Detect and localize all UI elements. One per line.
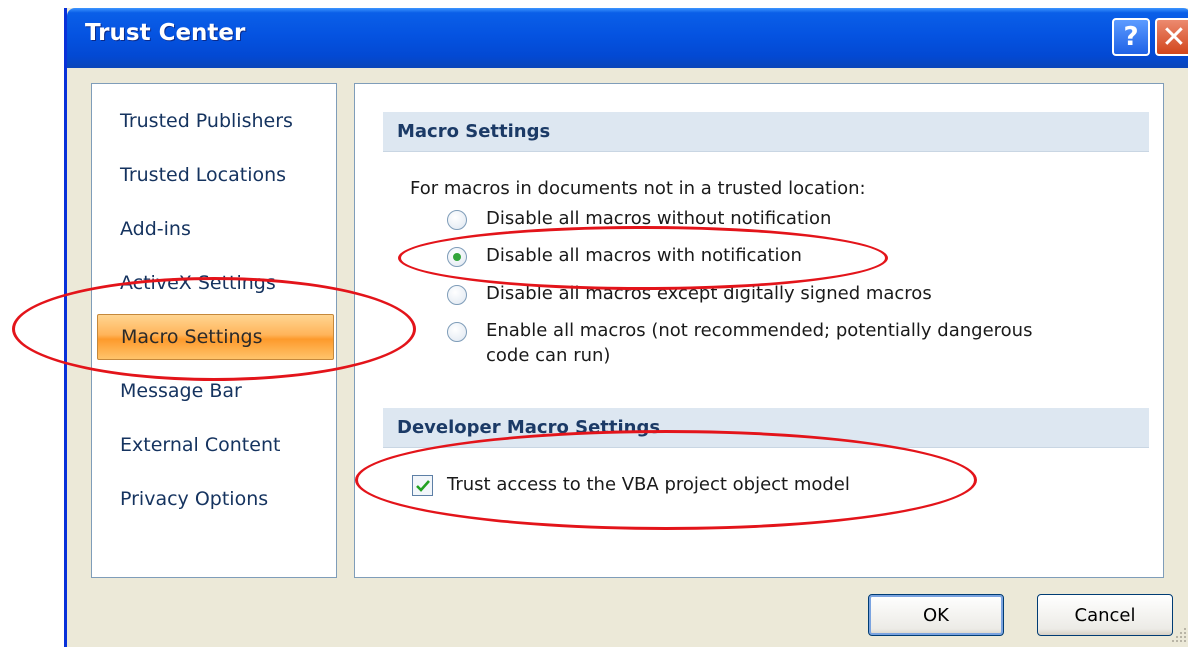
close-icon: ✕ bbox=[1161, 19, 1187, 55]
help-icon: ? bbox=[1123, 22, 1139, 52]
sidebar-item-activex-settings[interactable]: ActiveX Settings bbox=[97, 260, 334, 306]
settings-panel: Macro Settings For macros in documents n… bbox=[354, 83, 1164, 578]
trust-center-dialog: Trust Center ? ✕ Trusted Publishers Trus… bbox=[64, 8, 1188, 647]
ok-button[interactable]: OK bbox=[868, 594, 1004, 636]
sidebar-item-message-bar[interactable]: Message Bar bbox=[97, 368, 334, 414]
option-label-enable-all-line2[interactable]: code can run) bbox=[486, 345, 610, 366]
sidebar-item-privacy-options[interactable]: Privacy Options bbox=[97, 476, 334, 522]
title-bar[interactable]: Trust Center ? ✕ bbox=[67, 8, 1188, 68]
vba-access-checkbox[interactable] bbox=[412, 475, 433, 496]
sidebar-item-trusted-locations[interactable]: Trusted Locations bbox=[97, 152, 334, 198]
option-label-enable-all-line1[interactable]: Enable all macros (not recommended; pote… bbox=[486, 320, 1032, 341]
option-label-disable-except-signed[interactable]: Disable all macros except digitally sign… bbox=[486, 283, 932, 304]
sidebar-item-trusted-publishers[interactable]: Trusted Publishers bbox=[97, 98, 334, 144]
radio-disable-without-notification[interactable] bbox=[447, 210, 467, 230]
option-label-disable-without-notification[interactable]: Disable all macros without notification bbox=[486, 208, 831, 229]
sidebar-item-external-content[interactable]: External Content bbox=[97, 422, 334, 468]
vba-access-label[interactable]: Trust access to the VBA project object m… bbox=[447, 474, 850, 495]
help-button[interactable]: ? bbox=[1112, 18, 1150, 56]
sidebar-item-add-ins[interactable]: Add-ins bbox=[97, 206, 334, 252]
option-label-disable-with-notification[interactable]: Disable all macros with notification bbox=[486, 245, 802, 266]
sidebar-item-macro-settings[interactable]: Macro Settings bbox=[97, 314, 334, 360]
developer-settings-header: Developer Macro Settings bbox=[383, 408, 1149, 448]
sidebar-nav: Trusted Publishers Trusted Locations Add… bbox=[91, 83, 337, 578]
macro-intro-text: For macros in documents not in a trusted… bbox=[410, 178, 866, 199]
radio-disable-with-notification[interactable] bbox=[447, 247, 467, 267]
checkmark-icon bbox=[416, 480, 430, 492]
radio-disable-except-signed[interactable] bbox=[447, 285, 467, 305]
close-button[interactable]: ✕ bbox=[1155, 18, 1188, 56]
window-title: Trust Center bbox=[85, 20, 246, 46]
cancel-button[interactable]: Cancel bbox=[1037, 594, 1173, 636]
macro-settings-header: Macro Settings bbox=[383, 112, 1149, 152]
resize-grip-icon[interactable] bbox=[1169, 625, 1188, 645]
radio-enable-all-macros[interactable] bbox=[447, 322, 467, 342]
